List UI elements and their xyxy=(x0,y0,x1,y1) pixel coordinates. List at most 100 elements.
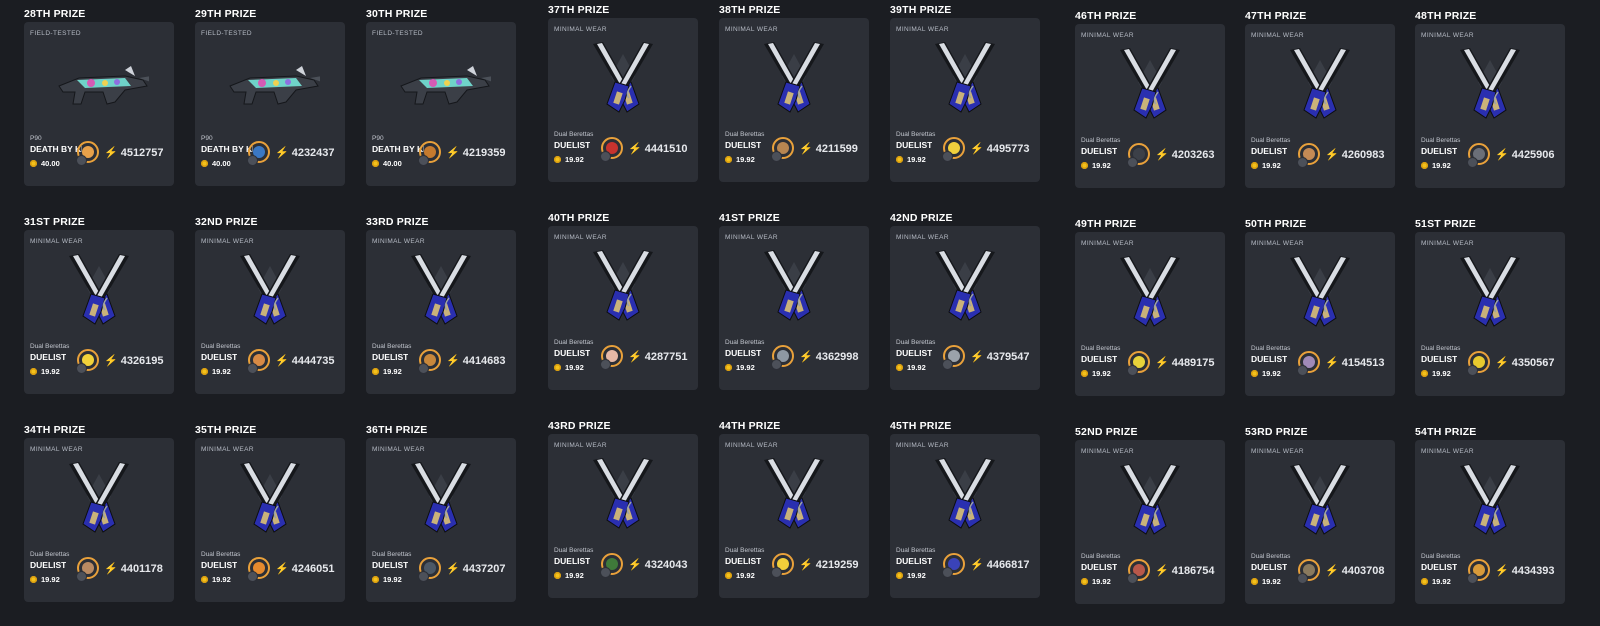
price-value: 40.00 xyxy=(383,159,402,168)
skin-name: DEATH BY KI xyxy=(372,144,424,154)
prize-card[interactable]: FIELD-TESTED P90 DEATH BY KI 40.00 ⚡ 451… xyxy=(24,22,174,186)
weapon-type: Dual Berettas xyxy=(1251,137,1291,144)
weapon-type: Dual Berettas xyxy=(1081,553,1121,560)
prize-item: 28TH PRIZE FIELD-TESTED P90 DEATH BY KI … xyxy=(24,8,174,186)
prize-card[interactable]: FIELD-TESTED P90 DEATH BY KI 40.00 ⚡ 421… xyxy=(366,22,516,186)
prize-title: 46TH PRIZE xyxy=(1075,10,1137,22)
wear-label: MINIMAL WEAR xyxy=(896,234,949,241)
prize-card[interactable]: MINIMAL WEAR Dual Berettas DUELIST 19.92… xyxy=(195,230,345,394)
prize-card[interactable]: MINIMAL WEAR Dual Berettas DUELIST 19.92… xyxy=(1075,232,1225,396)
weapon-type: Dual Berettas xyxy=(896,131,936,138)
weapon-type: P90 xyxy=(201,135,213,142)
lightning-bolt-icon: ⚡ xyxy=(1155,149,1169,161)
prize-title: 37TH PRIZE xyxy=(548,4,610,16)
price: 19.92 xyxy=(1421,577,1451,586)
weapon-image xyxy=(935,250,995,321)
prize-item: 45TH PRIZE MINIMAL WEAR Dual Berettas DU… xyxy=(890,420,1040,598)
ticket-value: 4466817 xyxy=(986,558,1030,571)
skin-name: DUELIST xyxy=(372,560,409,570)
prize-card[interactable]: MINIMAL WEAR Dual Berettas DUELIST 19.92… xyxy=(890,18,1040,182)
prize-title: 41ST PRIZE xyxy=(719,212,780,224)
prize-card[interactable]: MINIMAL WEAR Dual Berettas DUELIST 19.92… xyxy=(548,434,698,598)
price: 19.92 xyxy=(896,571,926,580)
lightning-bolt-icon: ⚡ xyxy=(970,143,984,155)
weapon-type: Dual Berettas xyxy=(1251,553,1291,560)
prize-card[interactable]: MINIMAL WEAR Dual Berettas DUELIST 19.92… xyxy=(1415,440,1565,604)
coin-icon xyxy=(1251,162,1258,169)
prize-card[interactable]: MINIMAL WEAR Dual Berettas DUELIST 19.92… xyxy=(890,226,1040,390)
ticket-number: ⚡ 4219259 xyxy=(799,558,859,572)
prize-card[interactable]: MINIMAL WEAR Dual Berettas DUELIST 19.92… xyxy=(1245,232,1395,396)
prize-card[interactable]: MINIMAL WEAR Dual Berettas DUELIST 19.92… xyxy=(1415,24,1565,188)
ticket-value: 4434393 xyxy=(1511,564,1555,577)
prize-card[interactable]: MINIMAL WEAR Dual Berettas DUELIST 19.92… xyxy=(366,230,516,394)
price-value: 19.92 xyxy=(736,571,755,580)
wear-label: MINIMAL WEAR xyxy=(896,26,949,33)
wear-label: MINIMAL WEAR xyxy=(1421,240,1474,247)
prize-title: 49TH PRIZE xyxy=(1075,218,1137,230)
price-value: 40.00 xyxy=(41,159,60,168)
coin-icon xyxy=(554,364,561,371)
prize-card[interactable]: MINIMAL WEAR Dual Berettas DUELIST 19.92… xyxy=(719,18,869,182)
price-value: 19.92 xyxy=(565,155,584,164)
ticket-number: ⚡ 4425906 xyxy=(1495,148,1555,162)
prize-card[interactable]: MINIMAL WEAR Dual Berettas DUELIST 19.92… xyxy=(1245,24,1395,188)
ticket-value: 4444735 xyxy=(291,354,335,367)
lightning-bolt-icon: ⚡ xyxy=(1325,357,1339,369)
price: 40.00 xyxy=(201,159,231,168)
lightning-bolt-icon: ⚡ xyxy=(1325,149,1339,161)
prize-card[interactable]: MINIMAL WEAR Dual Berettas DUELIST 19.92… xyxy=(548,18,698,182)
prize-title: 36TH PRIZE xyxy=(366,424,428,436)
prize-title: 40TH PRIZE xyxy=(548,212,610,224)
prize-card[interactable]: MINIMAL WEAR Dual Berettas DUELIST 19.92… xyxy=(548,226,698,390)
ticket-number: ⚡ 4326195 xyxy=(104,354,164,368)
prize-card[interactable]: MINIMAL WEAR Dual Berettas DUELIST 19.92… xyxy=(1075,24,1225,188)
prize-card[interactable]: MINIMAL WEAR Dual Berettas DUELIST 19.92… xyxy=(719,434,869,598)
prize-card[interactable]: MINIMAL WEAR Dual Berettas DUELIST 19.92… xyxy=(1245,440,1395,604)
wear-label: MINIMAL WEAR xyxy=(1251,240,1304,247)
prize-card[interactable]: MINIMAL WEAR Dual Berettas DUELIST 19.92… xyxy=(195,438,345,602)
lightning-bolt-icon: ⚡ xyxy=(1495,565,1509,577)
prize-item: 34TH PRIZE MINIMAL WEAR Dual Berettas DU… xyxy=(24,424,174,602)
price: 19.92 xyxy=(896,363,926,372)
prize-title: 53RD PRIZE xyxy=(1245,426,1308,438)
price: 19.92 xyxy=(1421,369,1451,378)
prize-card[interactable]: MINIMAL WEAR Dual Berettas DUELIST 19.92… xyxy=(890,434,1040,598)
wear-label: FIELD-TESTED xyxy=(30,30,82,37)
level-badge xyxy=(1467,365,1478,376)
ticket-value: 4401178 xyxy=(120,562,163,575)
prize-card[interactable]: MINIMAL WEAR Dual Berettas DUELIST 19.92… xyxy=(719,226,869,390)
prize-card[interactable]: MINIMAL WEAR Dual Berettas DUELIST 19.92… xyxy=(24,438,174,602)
level-badge xyxy=(418,155,429,166)
weapon-image xyxy=(1460,48,1520,119)
skin-name: DUELIST xyxy=(554,348,591,358)
prize-card[interactable]: MINIMAL WEAR Dual Berettas DUELIST 19.92… xyxy=(24,230,174,394)
weapon-image xyxy=(1120,464,1180,535)
weapon-type: Dual Berettas xyxy=(554,547,594,554)
weapon-type: P90 xyxy=(30,135,42,142)
lightning-bolt-icon: ⚡ xyxy=(628,351,642,363)
prize-card[interactable]: MINIMAL WEAR Dual Berettas DUELIST 19.92… xyxy=(1415,232,1565,396)
prize-card[interactable]: FIELD-TESTED P90 DEATH BY KI 40.00 ⚡ 423… xyxy=(195,22,345,186)
wear-label: MINIMAL WEAR xyxy=(1081,448,1134,455)
level-badge xyxy=(771,567,782,578)
skin-name: DUELIST xyxy=(1421,562,1458,572)
level-badge xyxy=(1467,573,1478,584)
prize-card[interactable]: MINIMAL WEAR Dual Berettas DUELIST 19.92… xyxy=(366,438,516,602)
price: 40.00 xyxy=(30,159,60,168)
weapon-image xyxy=(935,42,995,113)
price: 19.92 xyxy=(725,571,755,580)
ticket-number: ⚡ 4350567 xyxy=(1495,356,1555,370)
wear-label: MINIMAL WEAR xyxy=(201,238,254,245)
wear-label: MINIMAL WEAR xyxy=(372,238,425,245)
lightning-bolt-icon: ⚡ xyxy=(1155,565,1169,577)
price: 19.92 xyxy=(30,367,60,376)
prize-card[interactable]: MINIMAL WEAR Dual Berettas DUELIST 19.92… xyxy=(1075,440,1225,604)
price-value: 19.92 xyxy=(907,363,926,372)
lightning-bolt-icon: ⚡ xyxy=(446,563,460,575)
skin-name: DUELIST xyxy=(1421,146,1458,156)
prize-item: 46TH PRIZE MINIMAL WEAR Dual Berettas DU… xyxy=(1075,10,1225,188)
price: 19.92 xyxy=(372,367,402,376)
wear-label: MINIMAL WEAR xyxy=(1251,448,1304,455)
price-value: 19.92 xyxy=(1432,161,1451,170)
